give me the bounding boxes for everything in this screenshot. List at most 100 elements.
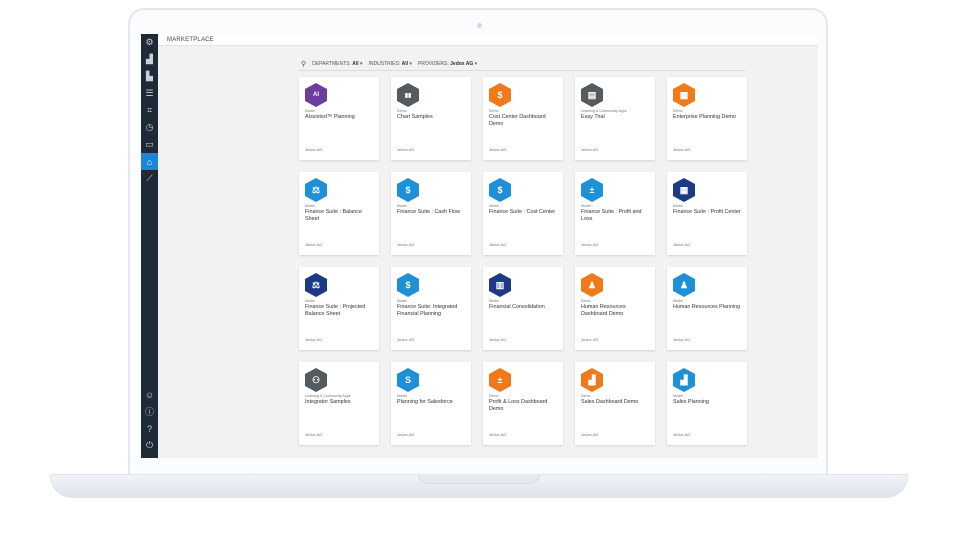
industries-filter[interactable]: INDUSTRIES: All ▾ — [369, 61, 412, 67]
app-provider: Jedox AG — [489, 432, 507, 437]
analytics-icon: ▟ — [146, 54, 153, 64]
app-screen: ⚙ ▟ ▙ ☰ ⌗ ◷ ▭ ⌂ ⟋ ☺ ⓘ? ⏻ MARKETPLACE ⚲ DEPARTMENTS… — [141, 34, 818, 458]
app-card[interactable]: ▟ Demo Sales Dashboard Demo Jedox AG — [575, 362, 655, 445]
app-card[interactable]: $ Model Finance Suite : Cash Flow Jedox … — [391, 172, 471, 255]
app-category: Model — [397, 299, 407, 303]
sidebar-item-info[interactable]: ⓘ — [141, 403, 158, 420]
app-provider: Jedox AG — [581, 242, 599, 247]
app-category: Model — [489, 204, 499, 208]
sidebar-item-analytics[interactable]: ▟ — [141, 51, 158, 68]
app-provider: Jedox AG — [581, 337, 599, 342]
app-grid: AI Model AIssisted™ Planning Jedox AG ▮▮ … — [299, 77, 747, 445]
app-title: Enterprise Planning Demo — [673, 114, 736, 120]
app-icon: $ — [489, 178, 511, 202]
app-icon: $ — [489, 83, 511, 107]
app-provider: Jedox AG — [489, 242, 507, 247]
providers-filter[interactable]: PROVIDERS: Jedox AG ▾ — [418, 61, 477, 67]
app-card[interactable]: ⚇ Learning & Community Apps Integrator S… — [299, 362, 379, 445]
sidebar-item-integrator[interactable]: ▭ — [141, 136, 158, 153]
app-provider: Jedox AG — [673, 432, 691, 437]
app-card[interactable]: $ Model Finance Suite : Cost Center Jedo… — [483, 172, 563, 255]
app-category: Model — [673, 299, 683, 303]
departments-filter[interactable]: DEPARTMENTS: All ▾ — [312, 61, 362, 67]
sidebar-item-power[interactable]: ⏻ — [141, 437, 158, 454]
modeler-icon: ⌗ — [146, 105, 153, 115]
sidebar-item-database[interactable]: ☰ — [141, 85, 158, 102]
app-icon: ▦ — [673, 83, 695, 107]
sidebar-item-reports[interactable]: ▙ — [141, 68, 158, 85]
app-card[interactable]: ▦ Demo Enterprise Planning Demo Jedox AG — [667, 77, 747, 160]
app-provider: Jedox AG — [489, 337, 507, 342]
app-card[interactable]: ⚖ Model Finance Suite : Balance Sheet Je… — [299, 172, 379, 255]
app-category: Model — [397, 204, 407, 208]
laptop-notch — [418, 474, 540, 484]
integrator-icon: ▭ — [145, 139, 154, 149]
app-card[interactable]: ▮▮ Demo Chart Samples Jedox AG — [391, 77, 471, 160]
app-category: Demo — [673, 109, 683, 113]
database-icon: ☰ — [145, 88, 154, 98]
app-title: Easy Trial — [581, 114, 605, 120]
sidebar-item-tools[interactable]: ⟋ — [141, 170, 158, 187]
app-icon: ⚇ — [305, 368, 327, 392]
app-icon: ▦ — [673, 178, 695, 202]
laptop-camera — [477, 23, 482, 28]
app-card[interactable]: ⚖ Model Finance Suite : Projected Balanc… — [299, 267, 379, 350]
page-title: MARKETPLACE — [158, 34, 818, 46]
app-category: Demo — [489, 394, 499, 398]
app-icon: ⚖ — [305, 178, 327, 202]
app-icon: ⚖ — [305, 273, 327, 297]
app-icon: ♟ — [673, 273, 695, 297]
app-card[interactable]: ▦ Model Finance Suite : Profit Center Je… — [667, 172, 747, 255]
timer-icon: ◷ — [145, 122, 154, 132]
app-title: Finance Suite : Balance Sheet — [305, 209, 362, 222]
app-title: Finance Suite : Projected Balance Sheet — [305, 304, 366, 317]
sidebar-item-settings[interactable]: ⚙ — [141, 34, 158, 51]
app-category: Model — [673, 394, 683, 398]
app-category: Model — [305, 299, 315, 303]
app-provider: Jedox AG — [489, 147, 507, 152]
app-card[interactable]: ▤ Learning & Community Apps Easy Trial J… — [575, 77, 655, 160]
app-icon: ▮▮ — [397, 83, 419, 107]
settings-icon: ⚙ — [145, 37, 154, 47]
sidebar-item-user[interactable]: ☺ — [141, 386, 158, 403]
app-icon: ± — [489, 368, 511, 392]
sidebar-item-modeler[interactable]: ⌗ — [141, 102, 158, 119]
app-provider: Jedox AG — [305, 147, 323, 152]
app-title: Cost Center Dashboard Demo — [489, 114, 546, 127]
app-icon: ♟ — [581, 273, 603, 297]
app-card[interactable]: ± Model Finance Suite : Profit and Loss … — [575, 172, 655, 255]
filter-bar: ⚲ DEPARTMENTS: All ▾ INDUSTRIES: All ▾ P… — [299, 57, 745, 71]
sidebar-item-help[interactable]: ? — [141, 420, 158, 437]
app-category: Demo — [581, 394, 591, 398]
app-title: Human Resources Dashboard Demo — [581, 304, 626, 317]
tools-icon: ⟋ — [146, 173, 153, 183]
app-title: Planning for Salesforce — [397, 399, 453, 405]
app-provider: Jedox AG — [581, 432, 599, 437]
app-title: Finance Suite : Profit and Loss — [581, 209, 642, 222]
app-card[interactable]: $ Demo Cost Center Dashboard Demo Jedox … — [483, 77, 563, 160]
app-provider: Jedox AG — [305, 242, 323, 247]
app-title: Integrator Samples — [305, 399, 351, 405]
sidebar-item-timer[interactable]: ◷ — [141, 119, 158, 136]
app-provider: Jedox AG — [397, 337, 415, 342]
app-card[interactable]: AI Model AIssisted™ Planning Jedox AG — [299, 77, 379, 160]
app-category: Learning & Community Apps — [305, 394, 351, 398]
app-card[interactable]: ▟ Model Sales Planning Jedox AG — [667, 362, 747, 445]
app-card[interactable]: $ Model Finance Suite: Integrated Financ… — [391, 267, 471, 350]
app-provider: Jedox AG — [673, 337, 691, 342]
app-title: Sales Planning — [673, 399, 709, 405]
app-card[interactable]: ♟ Model Human Resources Planning Jedox A… — [667, 267, 747, 350]
app-provider: Jedox AG — [397, 432, 415, 437]
app-card[interactable]: ▥ Model Financial Consolidation Jedox AG — [483, 267, 563, 350]
app-card[interactable]: ± Demo Profit & Loss Dashboard Demo Jedo… — [483, 362, 563, 445]
search-icon[interactable]: ⚲ — [301, 60, 306, 68]
app-title: Finance Suite : Profit Center — [673, 209, 741, 215]
app-provider: Jedox AG — [305, 432, 323, 437]
app-card[interactable]: ♟ Demo Human Resources Dashboard Demo Je… — [575, 267, 655, 350]
app-icon: S — [397, 368, 419, 392]
sidebar-item-marketplace[interactable]: ⌂ — [141, 153, 158, 170]
app-icon: ▤ — [581, 83, 603, 107]
app-card[interactable]: S Model Planning for Salesforce Jedox AG — [391, 362, 471, 445]
app-icon: AI — [305, 83, 327, 107]
power-icon: ⏻ — [145, 440, 154, 450]
